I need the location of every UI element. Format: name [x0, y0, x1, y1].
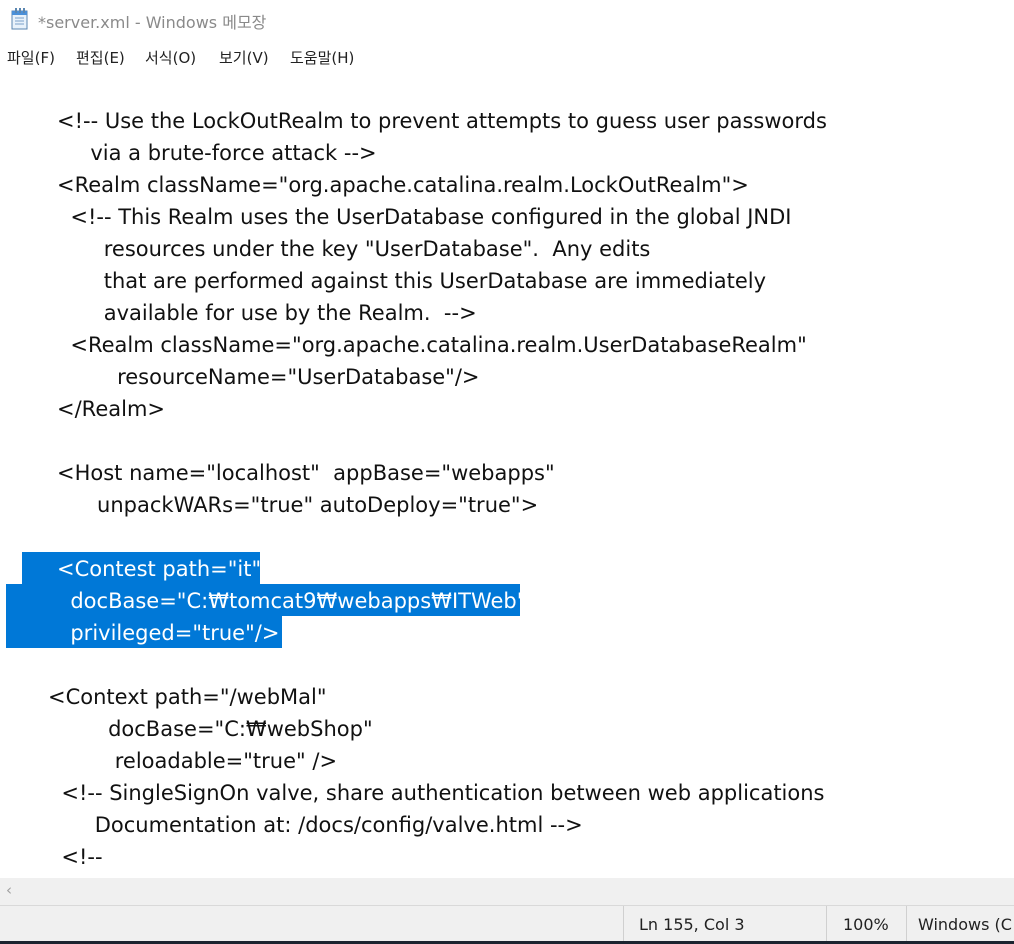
menu-edit[interactable]: 편집(E)	[76, 47, 125, 68]
text-editor[interactable]: <!-- Use the LockOutRealm to prevent att…	[0, 72, 1014, 878]
title-bar: *server.xml - Windows 메모장	[0, 0, 1014, 40]
status-divider	[826, 906, 827, 942]
menu-help[interactable]: 도움말(H)	[290, 47, 354, 68]
code-line: <!-- SingleSignOn valve, share authentic…	[48, 781, 825, 805]
code-line: resources under the key "UserDatabase". …	[57, 237, 651, 261]
code-line: <Realm className="org.apache.catalina.re…	[57, 173, 749, 197]
code-line-selected: <Contest path="it"	[57, 557, 262, 581]
notepad-icon	[11, 8, 28, 30]
code-line-selected: privileged="true"/>	[57, 621, 280, 645]
menu-view[interactable]: 보기(V)	[219, 47, 269, 68]
code-line: <!-- Use the LockOutRealm to prevent att…	[57, 109, 827, 133]
horizontal-scrollbar[interactable]: ‹	[0, 878, 1014, 905]
code-line: <Realm className="org.apache.catalina.re…	[57, 333, 807, 357]
cursor-position: Ln 155, Col 3	[639, 915, 745, 934]
code-line: </Realm>	[57, 397, 165, 421]
status-bar: Ln 155, Col 3 100% Windows (C	[0, 905, 1014, 942]
menu-bar: 파일(F) 편집(E) 서식(O) 보기(V) 도움말(H)	[0, 40, 1014, 73]
code-line: <!--	[48, 845, 103, 869]
code-line: that are performed against this UserData…	[57, 269, 767, 293]
code-line: <Context path="/webMal"	[48, 685, 327, 709]
menu-file[interactable]: 파일(F)	[7, 47, 55, 68]
menu-format[interactable]: 서식(O)	[145, 47, 196, 68]
code-line: Documentation at: /docs/config/valve.htm…	[48, 813, 583, 837]
status-divider	[623, 906, 624, 942]
code-line: reloadable="true" />	[48, 749, 338, 773]
code-line: <!-- This Realm uses the UserDatabase co…	[57, 205, 792, 229]
line-ending-encoding: Windows (C	[918, 915, 1012, 934]
window-title: *server.xml - Windows 메모장	[38, 13, 267, 32]
status-divider	[906, 906, 907, 942]
code-line-selected: docBase="C:₩tomcat9₩webapps₩ITWeb"	[57, 589, 527, 613]
code-line: via a brute-force attack -->	[57, 141, 377, 165]
code-line: resourceName="UserDatabase"/>	[57, 365, 480, 389]
code-line: available for use by the Realm. -->	[57, 301, 477, 325]
zoom-level: 100%	[843, 915, 889, 934]
code-line: <Host name="localhost" appBase="webapps"	[57, 461, 555, 485]
code-line: docBase="C:₩webShop"	[48, 717, 373, 741]
scroll-left-icon[interactable]: ‹	[6, 881, 12, 899]
code-line: unpackWARs="true" autoDeploy="true">	[57, 493, 539, 517]
